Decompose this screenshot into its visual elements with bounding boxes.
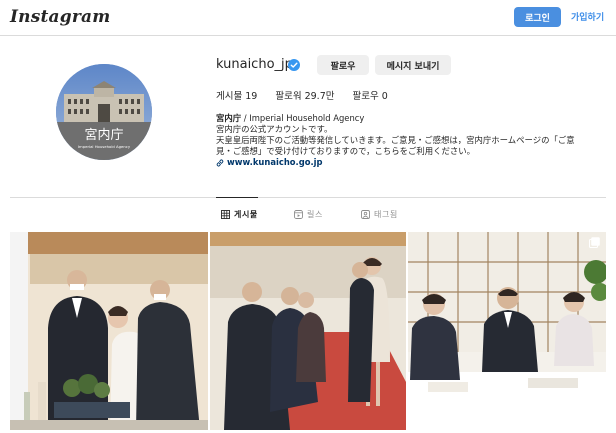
profile-username: kunaicho_jp	[216, 57, 293, 72]
posts-count: 게시물 19	[216, 91, 258, 102]
following-count[interactable]: 팔로우 0	[352, 88, 387, 102]
signup-link[interactable]: 가입하기	[571, 10, 604, 23]
link-icon	[216, 159, 224, 166]
post-thumbnail[interactable]	[408, 232, 606, 430]
bio-name: 宮内庁	[216, 113, 242, 123]
tab-posts[interactable]: 게시물	[221, 209, 258, 220]
tab-reels-label: 릴스	[307, 210, 323, 219]
tab-reels[interactable]: 릴스	[294, 209, 323, 220]
tabs-divider	[10, 197, 606, 198]
post-image	[210, 232, 406, 430]
instagram-logo[interactable]: Instagram	[10, 7, 110, 27]
top-bar: Instagram 로그인 가입하기	[0, 0, 616, 36]
tab-posts-label: 게시물	[234, 210, 258, 219]
grid-icon	[221, 210, 230, 219]
post-thumbnail[interactable]	[210, 232, 406, 430]
profile-avatar[interactable]: 宮内庁 Imperial Household Agency	[56, 64, 152, 160]
carousel-icon	[589, 237, 600, 248]
bio-website-text[interactable]: www.kunaicho.go.jp	[227, 157, 323, 168]
profile-stats: 게시물 19 팔로워 29.7만 팔로우 0	[216, 88, 388, 102]
avatar-subtitle: Imperial Household Agency	[78, 144, 131, 149]
post-image	[408, 232, 606, 430]
reels-icon	[294, 210, 303, 219]
post-image	[10, 232, 208, 430]
message-button[interactable]: 메시지 보내기	[375, 55, 451, 75]
bio-name-line: 宮内庁 / Imperial Household Agency	[216, 113, 611, 124]
followers-count[interactable]: 팔로워 29.7만	[275, 88, 334, 102]
avatar-title: 宮内庁	[84, 127, 123, 143]
tab-tagged-label: 태그됨	[374, 210, 398, 219]
follow-button[interactable]: 팔로우	[317, 55, 369, 75]
bio-website-link[interactable]: www.kunaicho.go.jp	[216, 157, 611, 168]
bio-line: 見・ご感想」で受け付けておりますので，こちらをご利用ください。	[216, 146, 476, 156]
profile-bio: 宮内庁 / Imperial Household Agency 宮内庁の公式アカ…	[216, 113, 611, 168]
active-tab-indicator	[216, 197, 258, 198]
bio-name-suffix: / Imperial Household Agency	[241, 113, 365, 123]
bio-line: 宮内庁の公式アカウントです。	[216, 124, 333, 134]
avatar-image: 宮内庁 Imperial Household Agency	[56, 64, 152, 160]
tagged-icon	[361, 210, 370, 219]
tab-tagged[interactable]: 태그됨	[361, 209, 398, 220]
verified-badge-icon	[288, 59, 300, 71]
post-thumbnail[interactable]	[10, 232, 208, 430]
login-button[interactable]: 로그인	[514, 7, 561, 27]
bio-line: 天皇皇后両陛下のご活動等発信していきます。ご意見・ご感想は，宮内庁ホームページの…	[216, 135, 575, 145]
